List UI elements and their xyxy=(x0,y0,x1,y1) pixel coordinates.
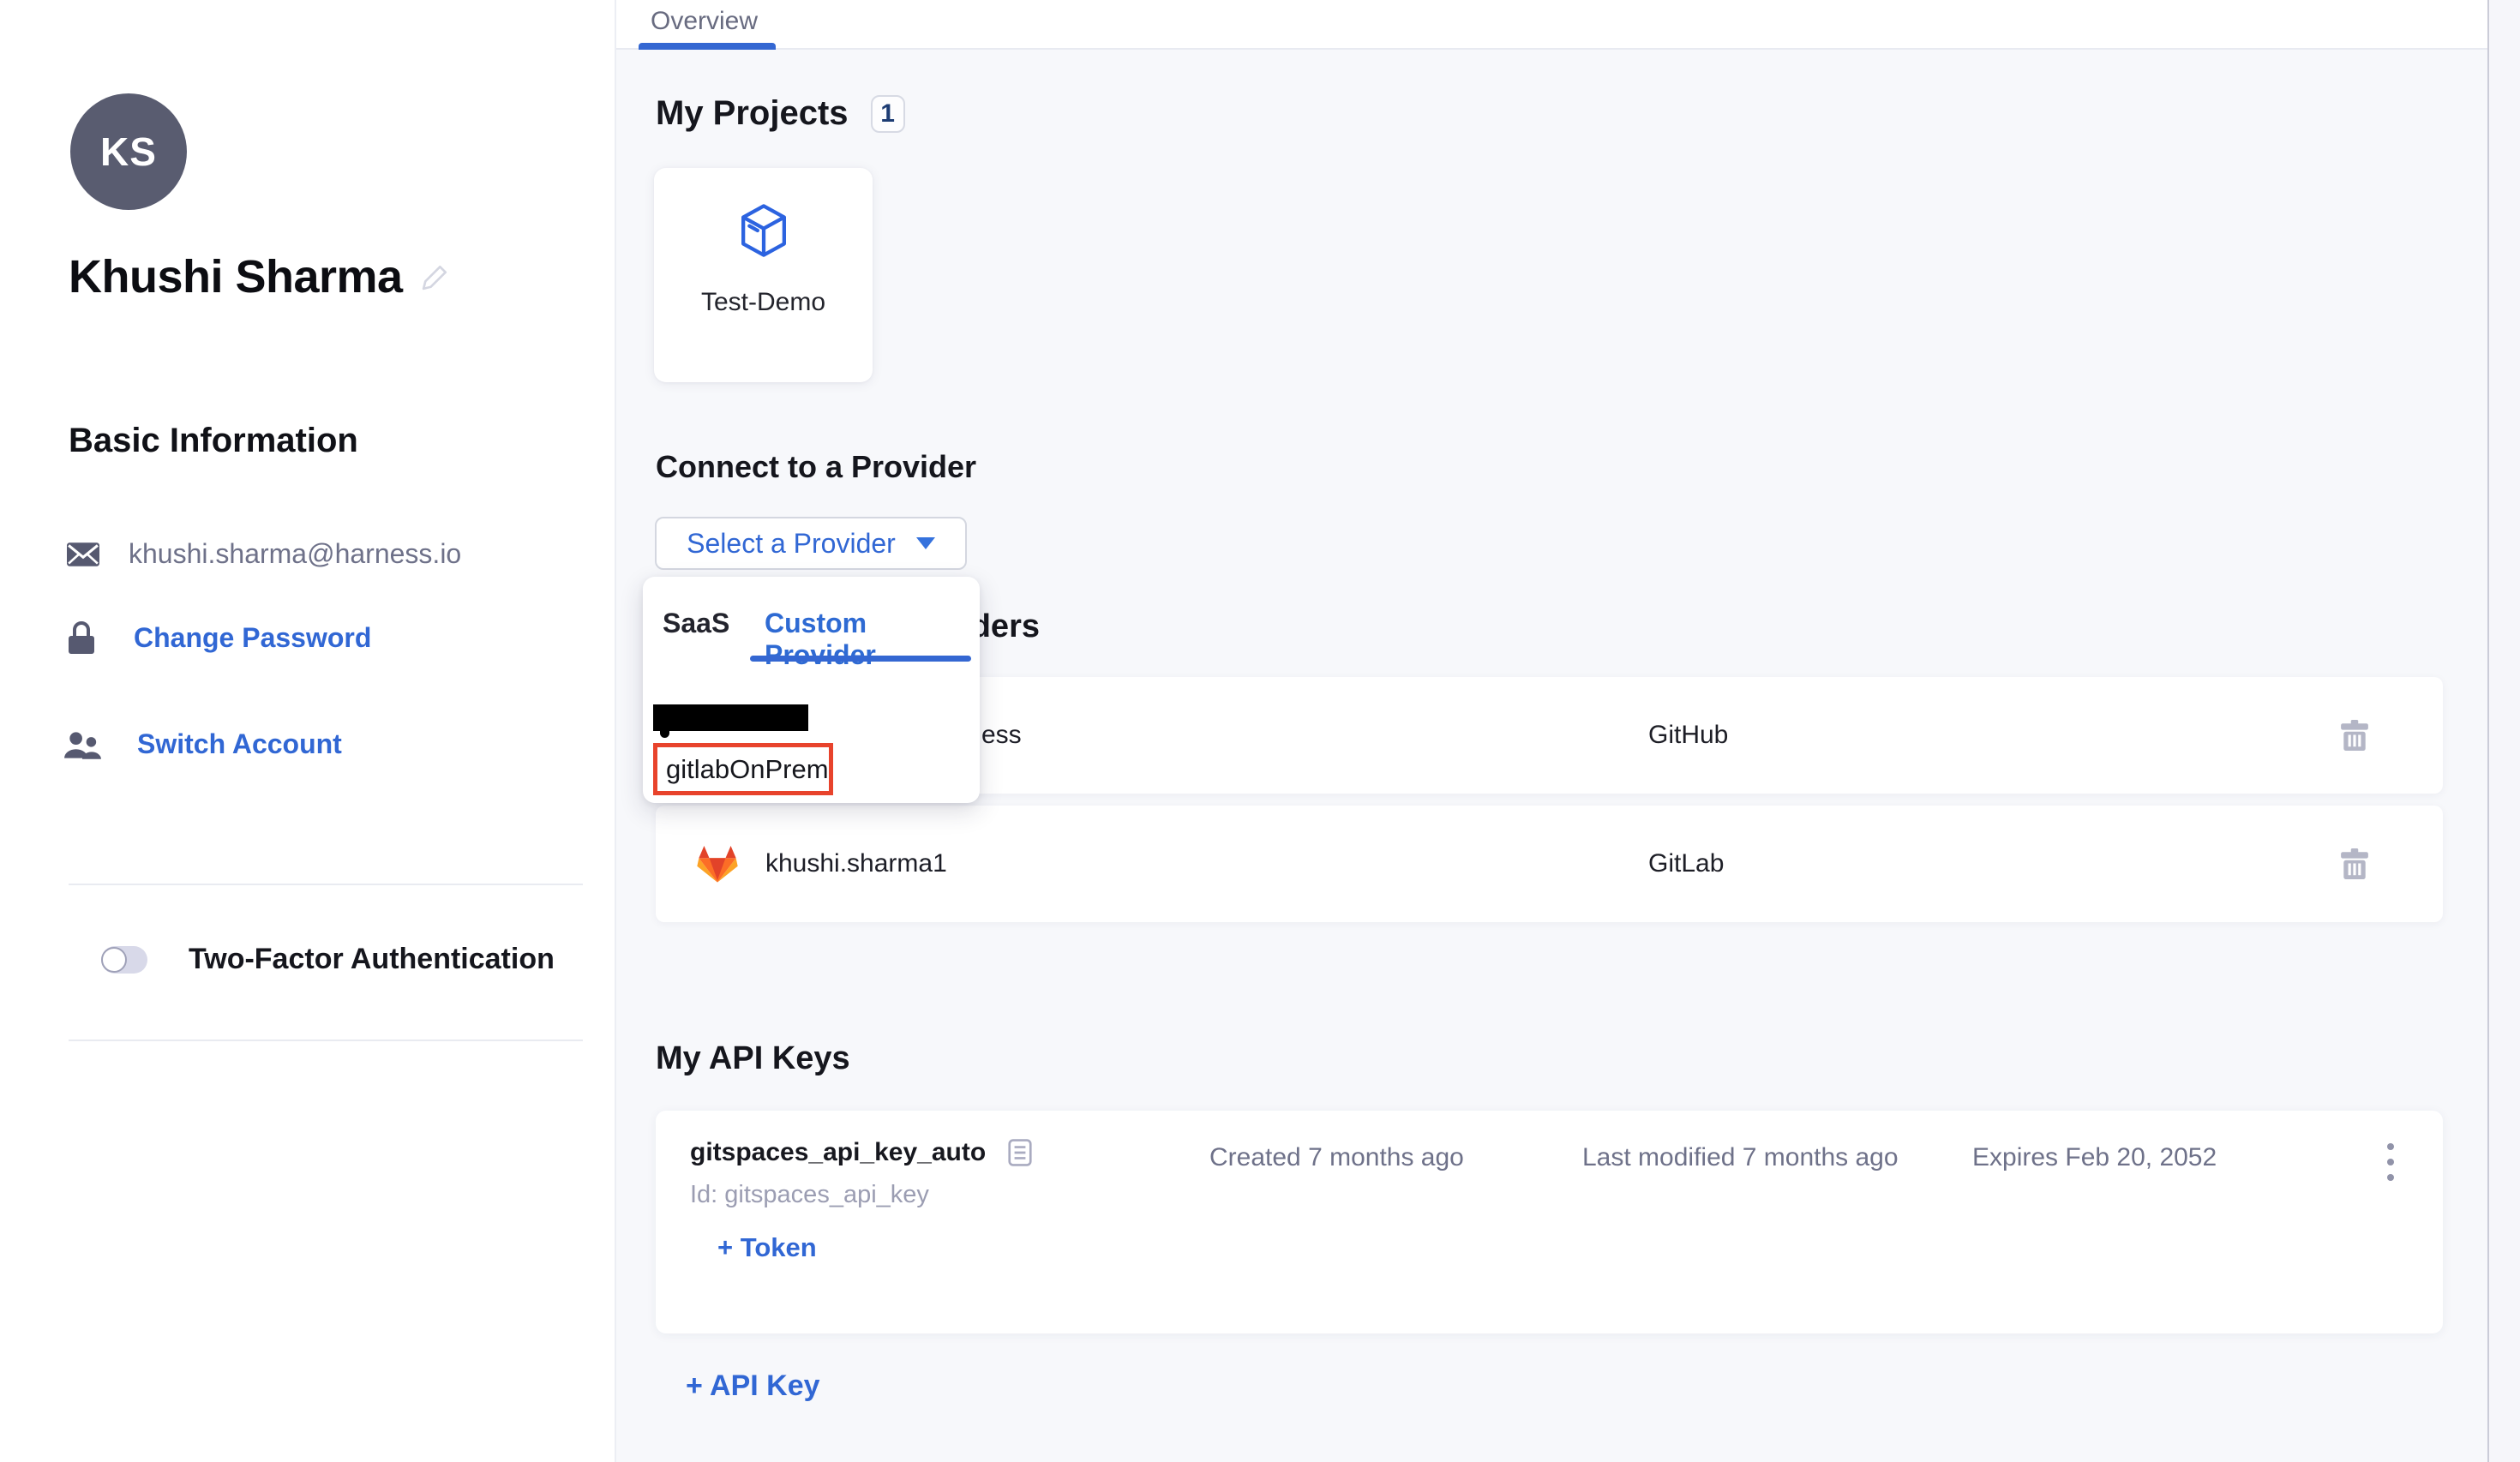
two-factor-label: Two-Factor Authentication xyxy=(189,943,555,976)
projects-count-badge: 1 xyxy=(871,95,905,133)
api-key-name: gitspaces_api_key_auto xyxy=(690,1138,986,1167)
lock-icon xyxy=(69,620,94,655)
avatar: KS xyxy=(70,93,187,210)
my-projects-heading-row: My Projects 1 xyxy=(656,94,905,133)
my-api-keys-heading: My API Keys xyxy=(656,1040,850,1077)
active-tab-underline xyxy=(639,43,776,50)
sidebar-divider-top xyxy=(69,884,583,885)
add-api-key-link[interactable]: + API Key xyxy=(686,1369,820,1403)
redaction-overlay xyxy=(653,704,808,731)
main-content: Overview My Projects 1 Test-Demo Connect… xyxy=(616,0,2520,1462)
redaction-overlay-notch xyxy=(660,731,669,738)
provider-name-fragment: ess xyxy=(981,677,1022,794)
avatar-initials: KS xyxy=(100,129,157,175)
api-key-card: gitspaces_api_key_auto Id: gitspaces_api… xyxy=(656,1111,2443,1333)
my-projects-heading: My Projects xyxy=(656,94,849,133)
switch-account-link[interactable]: Switch Account xyxy=(137,728,342,760)
api-key-id: Id: gitspaces_api_key xyxy=(690,1181,929,1209)
edit-pencil-icon[interactable] xyxy=(422,263,449,291)
tab-strip: Overview xyxy=(616,0,2520,50)
change-password-link[interactable]: Change Password xyxy=(134,622,371,654)
project-cube-icon xyxy=(739,204,789,257)
provider-row-gitlab: khushi.sharma1 GitLab xyxy=(656,806,2443,922)
add-token-link[interactable]: + Token xyxy=(717,1232,817,1263)
trash-icon xyxy=(2341,720,2368,751)
project-name: Test-Demo xyxy=(654,288,873,317)
provider-type: GitHub xyxy=(1648,677,1728,794)
select-provider-label: Select a Provider xyxy=(687,528,896,560)
profile-page: KS Khushi Sharma Basic Information khush… xyxy=(0,0,2520,1462)
email-icon xyxy=(67,542,99,567)
connect-provider-heading: Connect to a Provider xyxy=(656,449,976,485)
provider-dropdown-panel: SaaS Custom Provider gitlabOnPrem xyxy=(643,577,980,803)
tab-overview[interactable]: Overview xyxy=(651,7,758,36)
email-row: khushi.sharma@harness.io xyxy=(67,538,461,570)
switch-account-icon xyxy=(63,730,103,759)
select-provider-button[interactable]: Select a Provider xyxy=(655,517,967,570)
copy-icon[interactable] xyxy=(1008,1139,1032,1166)
dropdown-active-tab-underline xyxy=(750,656,971,662)
kebab-dot xyxy=(2387,1174,2394,1181)
trash-icon xyxy=(2341,848,2368,879)
toggle-knob xyxy=(101,947,127,973)
api-key-created: Created 7 months ago xyxy=(1209,1143,1464,1172)
kebab-dot xyxy=(2387,1143,2394,1150)
user-name-row: Khushi Sharma xyxy=(69,250,449,303)
vertical-scrollbar[interactable] xyxy=(2487,0,2520,1462)
delete-provider-button[interactable] xyxy=(2341,720,2368,751)
api-key-modified: Last modified 7 months ago xyxy=(1582,1143,1899,1172)
project-card[interactable]: Test-Demo xyxy=(654,168,873,382)
profile-sidebar: KS Khushi Sharma Basic Information khush… xyxy=(0,0,616,1462)
provider-type: GitLab xyxy=(1648,806,1724,922)
change-password-row: Change Password xyxy=(69,620,371,655)
two-factor-row: Two-Factor Authentication xyxy=(101,943,555,976)
switch-account-row: Switch Account xyxy=(63,728,342,760)
provider-account-name: khushi.sharma1 xyxy=(765,806,947,922)
gitlab-logo-icon xyxy=(696,844,739,884)
chevron-down-icon xyxy=(916,537,935,549)
api-key-expires: Expires Feb 20, 2052 xyxy=(1972,1143,2217,1172)
user-email: khushi.sharma@harness.io xyxy=(129,538,461,570)
project-cube-wrap xyxy=(654,204,873,257)
api-key-menu-button[interactable] xyxy=(2370,1131,2411,1193)
two-factor-toggle[interactable] xyxy=(101,946,147,974)
sidebar-divider-bottom xyxy=(69,1040,583,1041)
user-name: Khushi Sharma xyxy=(69,250,403,303)
basic-information-heading: Basic Information xyxy=(69,422,358,460)
kebab-dot xyxy=(2387,1159,2394,1165)
dropdown-option-label: gitlabOnPrem xyxy=(657,754,829,785)
api-key-name-row: gitspaces_api_key_auto xyxy=(690,1138,1032,1167)
dropdown-tab-saas[interactable]: SaaS xyxy=(663,608,729,639)
delete-provider-button[interactable] xyxy=(2341,848,2368,879)
dropdown-option-gitlabonprem[interactable]: gitlabOnPrem xyxy=(653,743,833,795)
